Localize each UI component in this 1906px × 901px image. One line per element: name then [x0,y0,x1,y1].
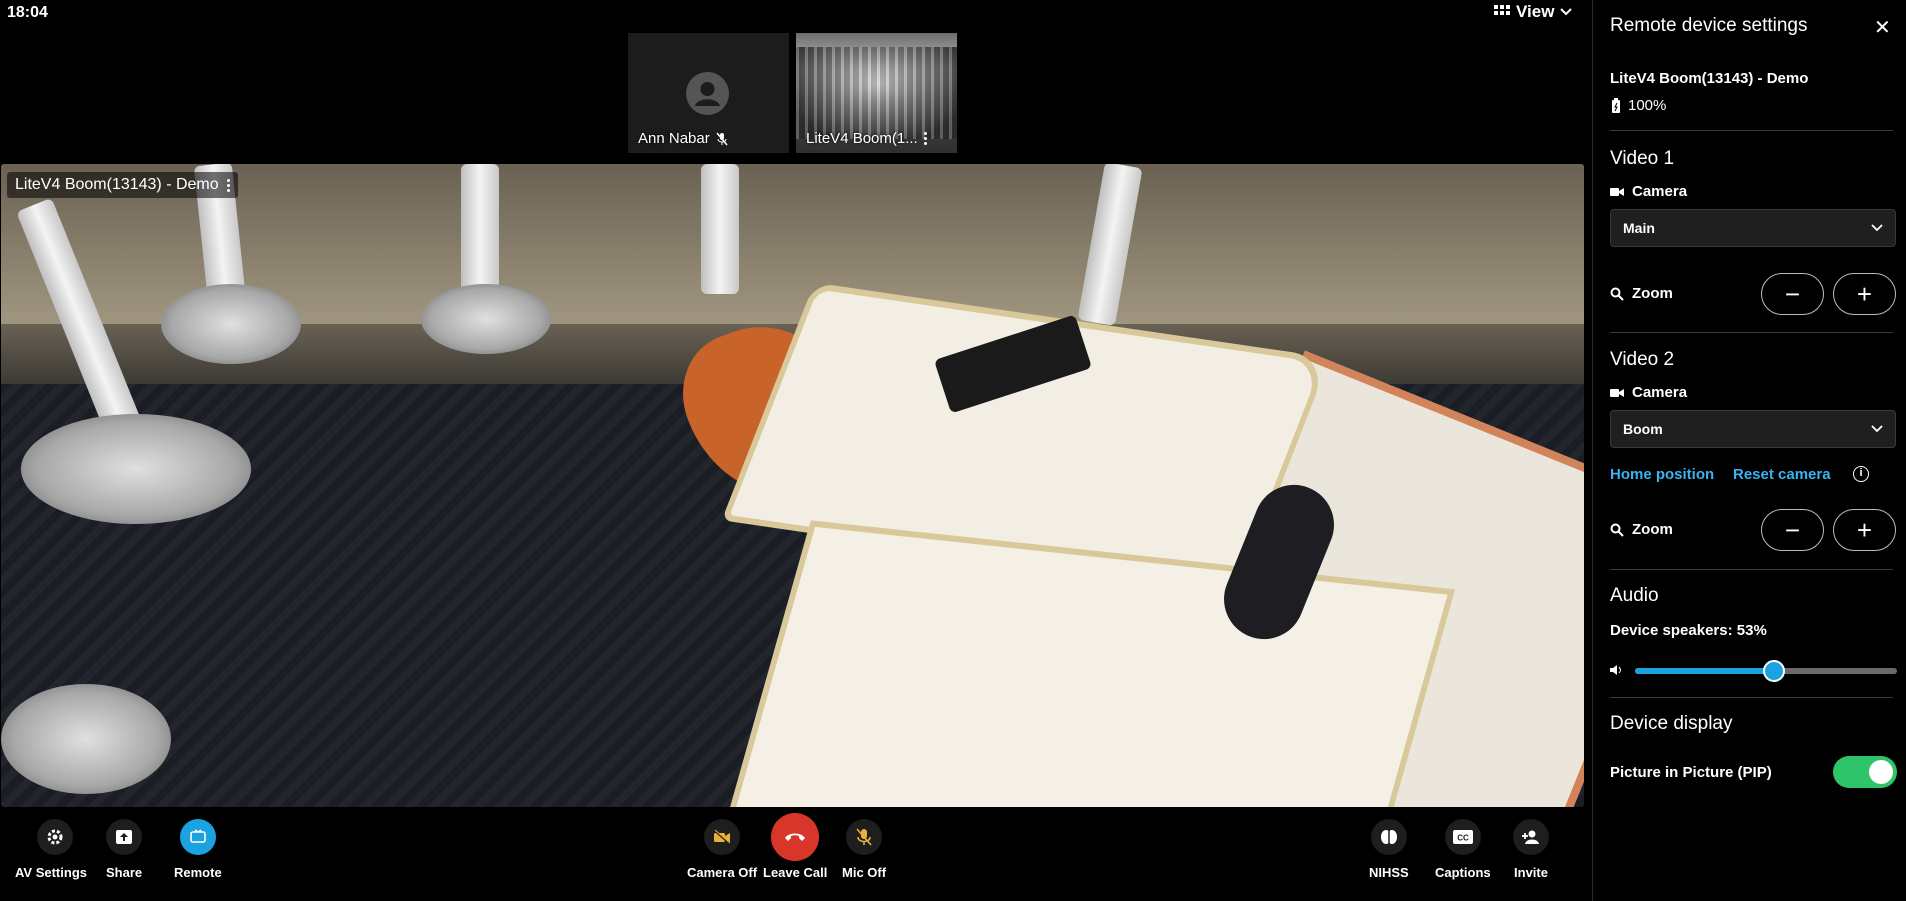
divider [1610,569,1893,570]
clock: 18:04 [7,4,48,21]
panel-title: Remote device settings [1610,15,1808,36]
more-options-icon[interactable] [923,132,927,145]
video1-heading: Video 1 [1610,148,1675,169]
video1-zoom-out-button[interactable]: − [1761,273,1824,315]
search-icon [1610,523,1624,537]
close-icon[interactable]: ✕ [1874,15,1891,40]
participant-video-preview [796,47,957,139]
pip-toggle[interactable] [1833,756,1897,788]
chevron-down-icon [1560,8,1573,16]
participant-name: LiteV4 Boom(1... [806,130,927,147]
share-button[interactable]: Share [106,819,142,880]
search-icon [1610,287,1624,301]
remote-icon [179,819,216,855]
participant-tile[interactable]: LiteV4 Boom(1... [796,33,957,153]
camera-icon [1610,388,1624,397]
divider [1610,332,1893,333]
device-display-heading: Device display [1610,713,1733,734]
captions-button[interactable]: CC Captions [1435,819,1491,880]
svg-text:CC: CC [1457,834,1469,843]
camera-icon [1610,187,1624,196]
volume-icon [1610,665,1621,675]
device-name: LiteV4 Boom(13143) - Demo [1610,70,1809,87]
device-speakers-slider[interactable] [1635,660,1897,682]
video2-heading: Video 2 [1610,349,1675,370]
av-settings-button[interactable]: AV Settings [15,819,87,880]
camera-off-button[interactable]: Camera Off [687,819,757,880]
leave-call-button[interactable]: Leave Call [763,813,827,880]
remote-button[interactable]: Remote [174,819,222,880]
video2-zoom-out-button[interactable]: − [1761,509,1824,551]
mic-off-button[interactable]: Mic Off [842,819,886,880]
person-icon [686,72,729,115]
mic-muted-icon [716,132,728,145]
gear-icon [37,819,73,855]
participant-name: Ann Nabar [638,130,728,147]
slider-thumb[interactable] [1762,660,1785,682]
audio-heading: Audio [1610,585,1659,606]
hangup-icon [771,813,820,861]
video1-camera-label: Camera [1610,183,1687,200]
call-stage: 18:04 View Ann Nabar LiteV4 Boom(1... Li… [0,0,1592,901]
video2-zoom-label: Zoom [1610,521,1673,538]
device-speakers-label: Device speakers: 53% [1610,622,1767,639]
participant-tile[interactable]: Ann Nabar [628,33,789,153]
main-video-label: LiteV4 Boom(13143) - Demo [7,172,238,198]
video2-camera-label: Camera [1610,384,1687,401]
add-person-icon [1513,819,1549,855]
chevron-down-icon [1871,425,1883,433]
info-icon[interactable]: i [1853,466,1869,482]
share-icon [106,819,143,855]
battery-icon [1612,97,1620,113]
video1-zoom-in-button[interactable]: + [1833,273,1896,315]
main-video[interactable]: LiteV4 Boom(13143) - Demo [1,164,1584,807]
invite-button[interactable]: Invite [1513,819,1549,880]
mic-off-icon [846,819,883,855]
view-button[interactable]: View [1494,2,1573,22]
nihss-button[interactable]: NIHSS [1369,819,1409,880]
more-options-icon[interactable] [226,178,230,192]
video2-zoom-in-button[interactable]: + [1833,509,1896,551]
grid-icon [1494,5,1510,15]
cc-icon: CC [1444,819,1481,855]
pip-label: Picture in Picture (PIP) [1610,764,1772,781]
remote-settings-panel: Remote device settings ✕ LiteV4 Boom(131… [1592,0,1906,901]
video1-zoom-label: Zoom [1610,285,1673,302]
divider [1610,697,1893,698]
brain-icon [1370,819,1407,855]
divider [1610,130,1893,131]
video2-camera-select[interactable]: Boom [1610,410,1896,448]
camera-off-icon [704,819,741,855]
chevron-down-icon [1871,224,1883,232]
view-label: View [1516,2,1555,21]
video1-camera-select[interactable]: Main [1610,209,1896,247]
reset-camera-link[interactable]: Reset camera [1733,466,1831,483]
battery-status: 100% [1610,97,1666,114]
home-position-link[interactable]: Home position [1610,466,1714,483]
